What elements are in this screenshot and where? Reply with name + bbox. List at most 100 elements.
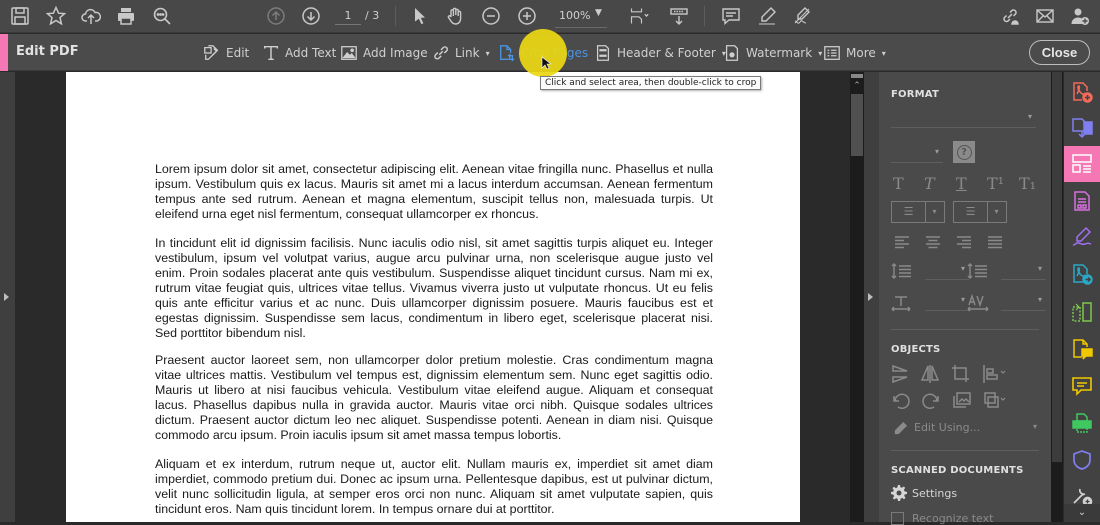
chevron-down-icon[interactable]: ▾ [925,202,944,222]
justify-icon[interactable] [988,236,1002,249]
recognize-text-checkbox[interactable]: Recognize text [891,512,993,525]
cloud-upload-icon[interactable] [79,4,103,28]
section-divider [891,329,1039,330]
scrollbar-thumb[interactable] [1052,72,1062,462]
share-link-icon[interactable] [998,4,1022,28]
chevron-down-icon[interactable]: ▾ [987,202,1006,222]
align-center-icon[interactable] [926,236,940,249]
superscript-icon[interactable]: T¹ [987,174,1004,193]
character-spacing-dropdown[interactable]: ▾ [1001,291,1046,311]
horizontal-scaling-dropdown[interactable]: ▾ [925,291,969,311]
comment-icon[interactable] [719,4,743,28]
chevron-down-icon: ▾ [934,147,939,156]
paragraph[interactable]: Lorem ipsum dolor sit amet, consectetur … [155,162,713,222]
export-pdf-tool[interactable] [1064,110,1100,146]
bold-icon[interactable]: T [893,174,904,193]
send-for-review-tool[interactable] [1064,256,1100,292]
create-pdf-tool[interactable] [1064,74,1100,110]
flip-vertical-icon[interactable] [892,364,908,384]
link-button[interactable]: Link ▾ [432,42,490,64]
more-button[interactable]: More ▾ [823,42,886,64]
zoom-level-value: 100% [559,9,591,22]
edit-using-dropdown[interactable]: Edit Using... ▾ [891,420,1037,438]
right-panel-toggle[interactable] [864,72,879,522]
format-panel-scrollbar[interactable] [1051,72,1063,522]
crop-icon[interactable] [952,365,969,382]
fill-sign-tool[interactable] [1064,219,1100,255]
edit-pdf-tool[interactable] [1064,146,1100,182]
help-icon: ? [956,144,972,160]
chevron-down-icon: ▾ [960,295,965,304]
compare-files-tool[interactable] [1064,294,1100,330]
edit-button[interactable]: Edit [203,42,249,64]
rotate-counterclockwise-icon[interactable] [893,393,910,409]
close-button[interactable]: Close [1029,40,1090,65]
toolbar-divider [395,6,396,26]
font-size-dropdown[interactable]: ▾ [891,143,943,163]
underline-icon[interactable]: T [956,174,967,193]
chevron-down-icon: ▾ [818,48,823,58]
expand-tools-button[interactable]: ⌄ [1064,504,1100,522]
next-page-icon[interactable] [299,4,323,28]
document-scrollbar[interactable]: ⌃ [850,72,864,522]
select-pointer-icon[interactable] [408,4,432,28]
print-production-tool[interactable] [1064,405,1100,441]
bookmark-star-icon[interactable] [44,4,68,28]
watermark-button[interactable]: Watermark ▾ [723,42,822,64]
align-left-icon[interactable] [895,236,909,249]
zoom-in-icon[interactable] [515,4,539,28]
horizontal-scaling-icon [891,296,911,312]
watermark-icon [725,45,739,61]
add-text-button[interactable]: Add Text [262,42,336,64]
line-spacing-icon [891,263,911,279]
gear-icon [891,485,907,501]
scroll-mode-icon[interactable] [667,4,691,28]
flip-horizontal-icon[interactable] [920,365,940,383]
arrange-layers-icon[interactable] [984,392,1006,408]
replace-image-icon[interactable] [953,392,971,408]
arrange-icon[interactable] [983,365,1006,383]
scroll-up-icon[interactable]: ⌃ [850,80,864,92]
bullet-list-button[interactable]: ☰ ▾ [891,201,945,223]
zoom-level-dropdown[interactable]: 100% ▼ [555,6,607,28]
page-fit-icon[interactable] [624,4,654,28]
hand-tool-icon[interactable] [443,4,467,28]
protect-tool[interactable] [1064,442,1100,478]
left-panel-toggle[interactable] [0,72,15,522]
settings-button[interactable]: Settings [891,485,957,501]
paragraph[interactable]: In tincidunt elit id dignissim facilisis… [155,236,713,341]
email-icon[interactable] [1033,4,1057,28]
help-button[interactable]: ? [953,141,975,163]
section-divider [891,450,1039,451]
font-family-dropdown[interactable]: ▾ [891,108,1036,128]
scrollbar-thumb[interactable] [851,94,863,156]
pdf-page[interactable]: Lorem ipsum dolor sit amet, consectetur … [66,72,800,522]
header-footer-label: Header & Footer [617,46,716,60]
previous-page-icon[interactable] [264,4,288,28]
add-user-icon[interactable] [1068,4,1092,28]
italic-icon[interactable]: T [924,174,935,193]
print-icon[interactable] [114,4,138,28]
paragraph-spacing-dropdown[interactable]: ▾ [1001,260,1046,280]
checkbox-icon[interactable] [891,512,904,525]
paragraph[interactable]: Aliquam et ex interdum, rutrum neque ut,… [155,457,713,517]
paragraph[interactable]: Praesent auctor laoreet sem, non ullamco… [155,353,713,443]
find-zoom-icon[interactable] [150,4,174,28]
comment-icon [1072,377,1092,396]
organize-forms-tool[interactable] [1064,183,1100,219]
numbered-list-button[interactable]: ☰ ▾ [953,201,1007,223]
save-icon[interactable] [8,4,32,28]
rotate-clockwise-icon[interactable] [922,393,939,409]
highlight-pen-icon[interactable] [755,4,779,28]
add-image-button[interactable]: Add Image [340,42,428,64]
send-comments-tool[interactable] [1064,331,1100,367]
subscript-icon[interactable]: T₁ [1019,174,1036,193]
current-page-input[interactable]: 1 [335,9,361,25]
align-right-icon[interactable] [957,236,971,249]
sign-pen-icon[interactable] [790,4,814,28]
comment-tool[interactable] [1064,368,1100,404]
line-spacing-dropdown[interactable]: ▾ [925,260,969,280]
more-icon [824,46,840,60]
header-footer-button[interactable]: Header & Footer ▾ [594,42,726,64]
zoom-out-icon[interactable] [479,4,503,28]
